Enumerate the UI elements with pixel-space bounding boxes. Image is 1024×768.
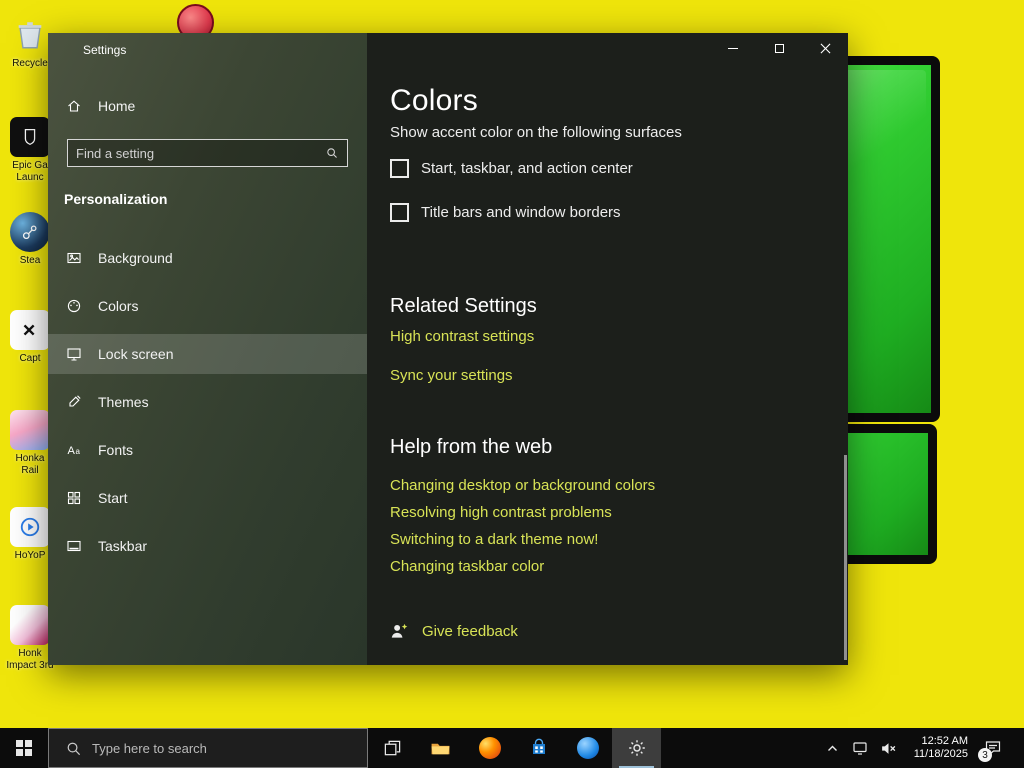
accent-surfaces-label: Show accent color on the following surfa… [390,124,682,141]
clock-time: 12:52 AM [921,735,968,747]
settings-window: Settings Home Personalization Background [48,33,848,665]
give-feedback-label: Give feedback [422,623,518,640]
home-icon [65,98,82,114]
tray-expand-button[interactable] [820,728,844,768]
link-changing-desktop-colors[interactable]: Changing desktop or background colors [390,477,655,494]
tray-volume-button[interactable] [876,728,900,768]
epic-games-icon [10,117,50,157]
honkai-impact-icon [10,605,50,645]
sidebar-item-label: Fonts [98,442,134,458]
sidebar-item-fonts[interactable]: Aa Fonts [48,430,367,470]
lock-screen-icon [65,346,82,362]
settings-sidebar: Settings Home Personalization Background [48,33,367,665]
taskbar-search-input[interactable] [92,740,367,756]
search-icon [325,146,339,160]
help-heading: Help from the web [390,436,553,458]
link-dark-theme[interactable]: Switching to a dark theme now! [390,531,598,548]
themes-icon [65,394,82,410]
file-explorer-button[interactable] [416,728,465,768]
steam-icon [10,212,50,252]
taskbar-search[interactable] [48,728,368,768]
link-resolving-contrast[interactable]: Resolving high contrast problems [390,504,612,521]
settings-content: Colors Show accent color on the followin… [367,33,848,665]
sidebar-item-label: Start [98,490,128,506]
search-input[interactable] [68,145,325,161]
file-explorer-icon [431,743,450,754]
maximize-icon[interactable] [756,33,802,63]
chevron-up-icon [827,745,837,751]
fonts-icon: Aa [65,442,82,458]
link-sync-settings[interactable]: Sync your settings [390,367,513,384]
colors-icon [65,298,82,314]
task-view-button[interactable] [368,728,416,768]
svg-text:A: A [67,445,75,457]
background-icon [65,250,82,266]
sidebar-item-taskbar[interactable]: Taskbar [48,526,367,566]
page-title: Colors [390,84,478,117]
give-feedback-button[interactable]: Give feedback [390,622,518,641]
sidebar-item-themes[interactable]: Themes [48,382,367,422]
honkai-star-rail-icon [10,410,50,450]
capcut-icon [10,310,50,350]
close-icon[interactable] [802,33,848,63]
taskbar: 12:52 AM 11/18/2025 3 [0,728,1024,768]
task-view-icon [384,740,400,755]
notification-badge: 3 [978,748,992,762]
checkbox-label: Start, taskbar, and action center [421,160,633,177]
sidebar-section-heading: Personalization [64,191,168,207]
system-tray: 12:52 AM 11/18/2025 3 [820,728,1024,768]
checkbox-icon[interactable] [390,203,409,222]
firefox-button[interactable] [465,728,514,768]
find-setting-searchbox[interactable] [67,139,348,167]
minimize-icon[interactable] [710,33,756,63]
checkbox-title-bars[interactable]: Title bars and window borders [390,203,621,222]
sidebar-item-label: Background [98,250,173,266]
window-controls [710,33,848,63]
action-center-button[interactable]: 3 [976,728,1010,768]
start-grid-icon [65,490,82,506]
store-icon [532,738,545,754]
tray-monitor-button[interactable] [848,728,872,768]
checkbox-label: Title bars and window borders [421,204,621,221]
sidebar-nav: Background Colors Lock screen Themes A a… [48,238,367,574]
blue-app-button[interactable] [563,728,612,768]
recycle-bin-icon [10,15,50,55]
svg-text:a: a [75,447,80,456]
sidebar-item-lock-screen[interactable]: Lock screen [48,334,367,374]
taskbar-clock[interactable]: 12:52 AM 11/18/2025 [904,735,972,761]
sidebar-item-label: Themes [98,394,149,410]
hoyoplay-icon [10,507,50,547]
sidebar-item-start[interactable]: Start [48,478,367,518]
sidebar-home-label: Home [98,98,136,114]
store-button[interactable] [514,728,563,768]
window-title: Settings [83,43,127,57]
monitor-icon [853,742,867,755]
taskbar-icon [65,538,82,554]
feedback-icon [391,623,408,638]
windows-start-icon [16,740,32,756]
sidebar-item-home[interactable]: Home [48,86,367,126]
scrollbar-thumb[interactable] [844,455,847,660]
volume-muted-icon [881,742,895,754]
clock-date: 11/18/2025 [913,748,968,760]
search-icon [65,740,82,757]
taskbar-spacer [661,728,820,768]
sidebar-item-label: Lock screen [98,346,174,362]
settings-button[interactable] [612,728,661,768]
settings-gear-icon [628,740,645,756]
sidebar-item-colors[interactable]: Colors [48,286,367,326]
related-settings-heading: Related Settings [390,295,537,317]
firefox-icon [478,737,501,759]
link-taskbar-color[interactable]: Changing taskbar color [390,558,544,575]
blue-app-icon [576,737,599,759]
checkbox-icon[interactable] [390,159,409,178]
sidebar-item-label: Colors [98,298,139,314]
checkbox-start-taskbar[interactable]: Start, taskbar, and action center [390,159,633,178]
start-button[interactable] [0,728,48,768]
sidebar-item-label: Taskbar [98,538,148,554]
link-high-contrast[interactable]: High contrast settings [390,328,534,345]
sidebar-item-background[interactable]: Background [48,238,367,278]
